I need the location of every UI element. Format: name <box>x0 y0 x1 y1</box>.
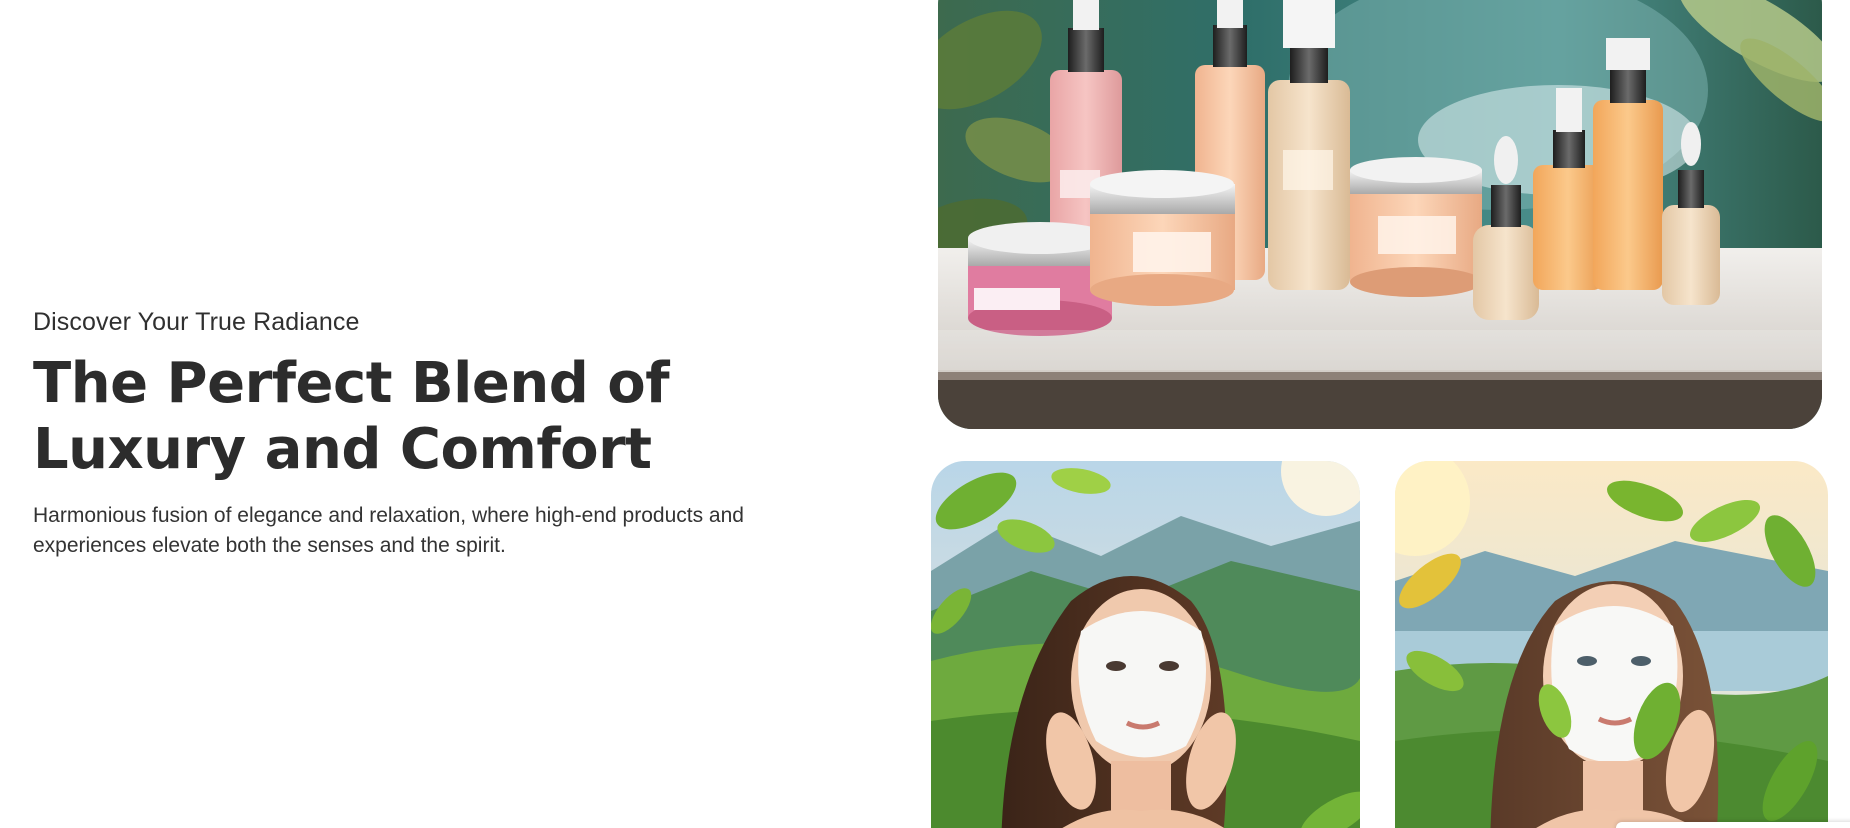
hero-body: Harmonious fusion of elegance and relaxa… <box>33 504 744 557</box>
hero-eyebrow: Discover Your True Radiance <box>33 308 360 336</box>
hero-text-block: Discover Your True Radiance The Perfect … <box>33 308 873 561</box>
hero-headline: The Perfect Blend of Luxury and Comfort <box>33 351 670 482</box>
floating-widget-edge[interactable] <box>1616 822 1850 828</box>
face-mask-lake-image <box>1395 461 1828 828</box>
skincare-products-image <box>938 0 1822 429</box>
page: Discover Your True Radiance The Perfect … <box>0 0 1850 828</box>
face-mask-valley-image <box>931 461 1360 828</box>
